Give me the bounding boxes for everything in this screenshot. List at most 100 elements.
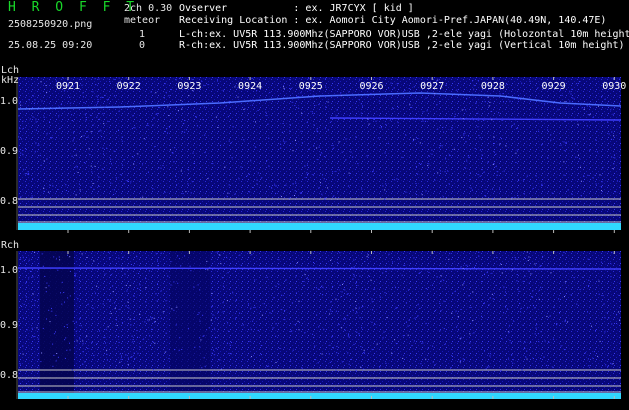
noise-speckle [600,186,602,187]
noise-speckle [475,265,477,267]
noise-speckle [190,270,192,272]
noise-speckle [551,192,553,194]
noise-speckle [127,357,129,359]
noise-speckle [372,171,373,173]
noise-speckle [123,183,125,185]
noise-speckle [388,87,390,89]
noise-speckle [417,173,419,175]
noise-speckle [215,317,217,319]
noise-speckle [121,322,123,324]
noise-speckle [407,334,409,336]
noise-speckle [559,312,560,313]
noise-speckle [312,333,314,335]
noise-speckle [137,336,138,338]
noise-speckle [136,256,138,258]
noise-speckle [618,311,620,313]
noise-speckle [273,297,275,299]
noise-speckle [167,106,169,108]
noise-speckle [498,112,500,114]
noise-speckle [48,285,50,287]
noise-speckle [229,344,231,346]
noise-speckle [361,327,363,329]
noise-speckle [275,285,277,287]
noise-speckle [601,118,603,120]
noise-speckle [55,314,57,316]
time-tick-label: 0923 [177,81,201,92]
noise-speckle [514,257,516,259]
noise-speckle [156,113,158,115]
noise-speckle [372,170,374,172]
noise-speckle [74,272,76,274]
noise-speckle [71,155,73,157]
noise-speckle [561,94,563,96]
noise-speckle [327,187,329,189]
noise-speckle [488,304,490,306]
noise-speckle [149,335,151,337]
noise-speckle [53,256,55,258]
noise-speckle [414,317,416,319]
noise-speckle [336,109,338,111]
noise-speckle [291,101,293,103]
noise-speckle [352,309,354,311]
noise-speckle [459,338,461,340]
noise-speckle [110,158,112,160]
noise-speckle [34,336,36,337]
rch-ytick: 0.8 [0,370,19,381]
noise-speckle [565,141,567,143]
noise-speckle [439,101,441,102]
noise-speckle [484,101,486,103]
noise-speckle [415,166,417,168]
noise-speckle [339,284,341,286]
noise-speckle [518,97,519,99]
noise-speckle [588,279,590,281]
noise-speckle [284,319,286,321]
noise-speckle [173,161,175,163]
noise-speckle [60,104,62,106]
noise-speckle [26,329,28,331]
noise-speckle [199,337,201,339]
noise-speckle [67,254,68,256]
noise-speckle [457,316,459,318]
noise-speckle [272,310,274,312]
noise-speckle [619,95,621,96]
noise-speckle [51,137,53,138]
noise-speckle [489,101,491,103]
noise-speckle [486,272,488,274]
noise-speckle [589,114,591,115]
noise-speckle [257,172,259,174]
noise-speckle [97,99,99,101]
noise-speckle [308,148,310,150]
noise-speckle [121,136,123,138]
noise-speckle [538,289,540,291]
noise-speckle [573,98,575,100]
noise-speckle [300,130,302,132]
noise-speckle [266,160,268,162]
noise-speckle [181,349,183,350]
noise-speckle [152,341,154,343]
noise-speckle [499,188,501,190]
noise-speckle [366,155,368,157]
noise-speckle [355,369,357,371]
noise-speckle [448,183,450,185]
noise-speckle [348,91,350,93]
noise-speckle [413,140,414,142]
noise-speckle [112,285,114,287]
noise-speckle [113,79,115,80]
noise-speckle [578,154,579,156]
noise-speckle [379,296,381,298]
noise-speckle [143,138,145,140]
noise-speckle [164,191,166,193]
noise-speckle [110,313,112,314]
noise-speckle [384,189,386,191]
noise-speckle [588,365,590,367]
noise-speckle [203,85,205,87]
noise-speckle [34,300,36,302]
noise-speckle [257,329,259,331]
noise-speckle [203,357,205,359]
noise-speckle [112,291,114,293]
noise-speckle [82,340,84,342]
noise-speckle [484,302,485,304]
noise-speckle [527,260,529,261]
noise-speckle [506,84,508,85]
noise-speckle [445,197,447,199]
